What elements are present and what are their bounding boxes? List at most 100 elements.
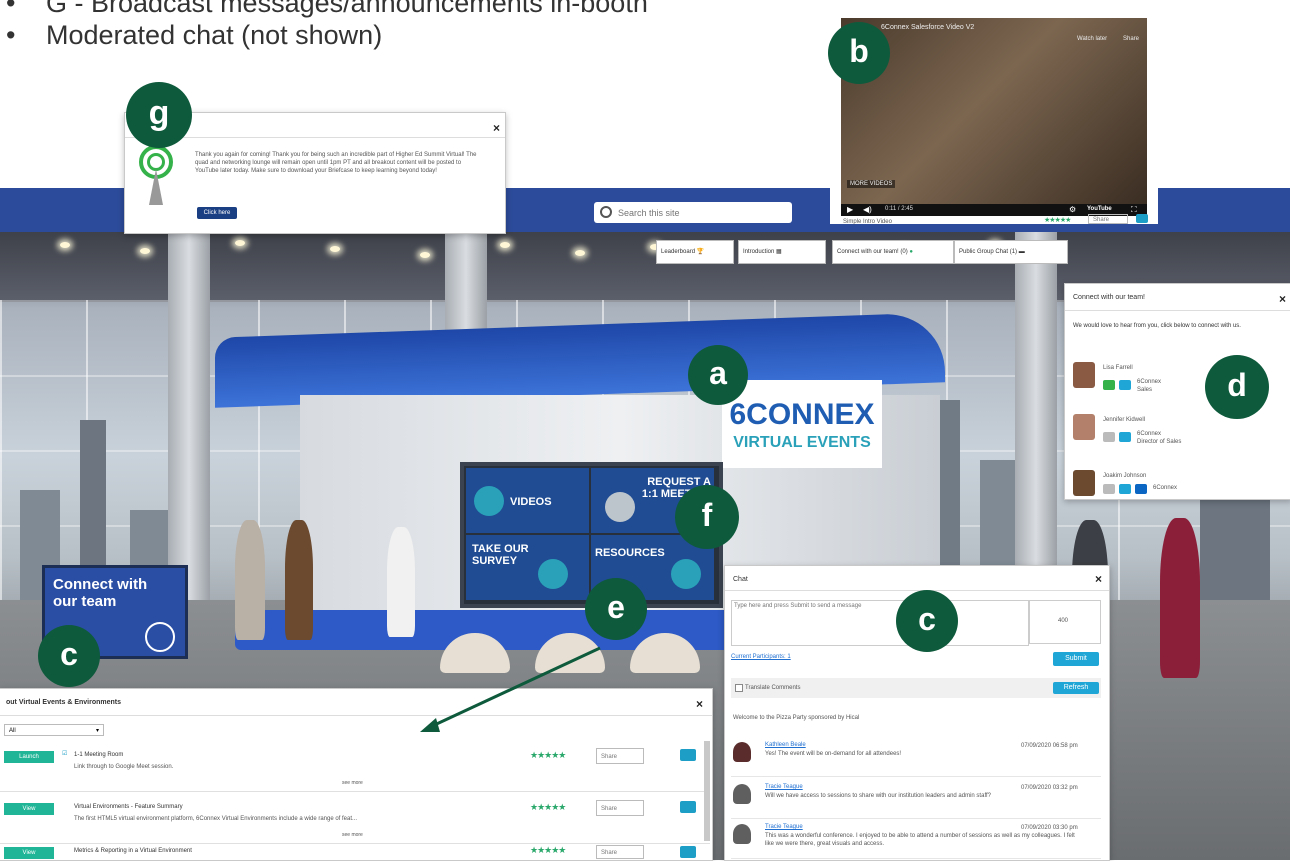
user-icon [733,824,751,844]
team-member: Joakim Johnson 6Connex [1073,470,1263,510]
introduction-button[interactable]: Introduction ▦ [738,240,826,264]
scrollbar[interactable] [704,741,710,841]
search-input[interactable] [616,205,788,221]
translate-checkbox[interactable] [735,684,743,692]
message-time: 07/09/2020 03:32 pm [1021,785,1078,791]
briefcase-icon[interactable] [1136,214,1148,223]
member-role: Director of Sales [1137,439,1182,445]
email-icon[interactable] [1119,432,1131,442]
chat-icon[interactable] [1103,484,1115,494]
trophy-icon: 🏆 [696,249,705,255]
video-share-dropdown[interactable]: Share [1088,214,1128,224]
launch-button[interactable]: Launch [4,751,54,763]
message-time: 07/09/2020 03:30 pm [1021,825,1078,831]
more-videos-label[interactable]: MORE VIDEOS [847,180,896,188]
lightbulb-icon [671,559,701,589]
bullet-text: Moderated chat (not shown) [46,20,383,50]
attendee-figure [235,520,265,640]
briefcase-icon[interactable] [680,801,696,813]
chat-toolbar: Translate Comments Refresh [731,678,1101,698]
member-company: 6Connex [1137,431,1162,437]
logo-sub: VIRTUAL EVENTS [733,434,871,451]
message-author[interactable]: Kathleen Beale [765,742,806,748]
callout-badge-b: b [828,22,890,84]
chat-title: Chat [733,576,748,583]
rating-stars[interactable]: ★★★★★ [530,750,566,761]
translate-label: Translate Comments [745,685,801,691]
chat-icon[interactable] [1103,380,1115,390]
video-share-label[interactable]: Share [1123,36,1139,42]
group-chat-button[interactable]: Public Group Chat (1) ▬ [954,240,1068,264]
callout-badge-c: c [896,590,958,652]
chat-icon[interactable] [1103,432,1115,442]
briefcase-icon[interactable] [680,749,696,761]
char-counter: 400 [1058,618,1069,624]
chat-message: Tracie Teague 07/09/2020 03:32 pm Will w… [731,778,1101,819]
filter-select[interactable]: All ▾ [4,724,104,736]
chat-input[interactable] [731,600,1029,646]
gear-icon[interactable]: ⚙ [1069,205,1076,214]
close-icon[interactable]: × [493,121,500,135]
callout-badge-c: c [38,625,100,687]
share-dropdown[interactable]: Share [596,800,644,816]
search-icon [600,206,612,218]
video-time: 0:11 / 2:45 [885,206,913,212]
play-icon [474,486,504,516]
message-author[interactable]: Tracie Teague [765,824,803,830]
linkedin-icon[interactable] [1135,484,1147,494]
chat-icon: ▬ [1018,249,1025,255]
callout-badge-e: e [585,578,647,640]
resource-title[interactable]: 1-1 Meeting Room [74,751,123,759]
briefcase-icon[interactable] [680,846,696,858]
participants-link[interactable]: Current Participants: 1 [731,654,791,660]
attendee-figure [1160,518,1200,678]
member-name: Lisa Farrell [1103,365,1133,371]
booth-logo-panel[interactable]: 6CONNEX VIRTUAL EVENTS [722,380,882,468]
share-dropdown[interactable]: Share [596,748,644,764]
see-more-link[interactable]: see more [342,831,363,839]
member-name: Jennifer Kidwell [1103,417,1146,423]
resource-title[interactable]: Virtual Environments - Feature Summary [74,803,183,811]
person-icon: ● [909,249,913,255]
view-button[interactable]: View [4,847,54,859]
clipboard-icon [538,559,568,589]
see-more-link[interactable]: see more [342,779,363,787]
rating-stars[interactable]: ★★★★★ [530,802,566,813]
email-icon[interactable] [1119,380,1131,390]
video-rating[interactable]: ★★★★★ [1044,216,1071,224]
resource-desc: Link through to Google Meet session. [74,764,174,770]
logo-main: 6CONNEX [729,398,875,431]
chevron-down-icon: ▾ [95,728,99,734]
member-company: 6Connex [1153,485,1178,491]
resource-row: View Virtual Environments - Feature Summ… [0,793,710,844]
close-icon[interactable]: × [1095,572,1102,586]
announcement-button[interactable]: Click here [197,207,237,219]
close-icon[interactable]: × [696,697,703,711]
volume-icon[interactable]: ◀) [863,205,872,214]
refresh-button[interactable]: Refresh [1053,682,1099,694]
message-text: Yes! The event will be on-demand for all… [765,751,902,757]
close-icon[interactable]: × [1279,292,1286,306]
callout-badge-a: a [688,345,748,405]
announcement-text: Thank you again for coming! Thank you fo… [195,152,477,174]
tile-take-survey[interactable]: TAKE OUR SURVEY [466,535,589,600]
resource-title[interactable]: Metrics & Reporting in a Virtual Environ… [74,847,192,855]
leaderboard-button[interactable]: Leaderboard 🏆 [656,240,734,264]
search-box[interactable] [594,202,792,223]
connect-team-button[interactable]: Connect with our team! (0) ● [832,240,954,264]
avatar [733,742,751,762]
email-icon[interactable] [1119,484,1131,494]
user-icon [733,784,751,804]
tile-videos[interactable]: VIDEOS [466,468,589,533]
calendar-icon: ▦ [776,249,782,255]
submit-button[interactable]: Submit [1053,652,1099,666]
member-role: Sales [1137,387,1153,393]
callout-arrow [420,646,601,732]
watch-later-label[interactable]: Watch later [1077,36,1107,42]
message-author[interactable]: Tracie Teague [765,784,803,790]
view-button[interactable]: View [4,803,54,815]
rating-stars[interactable]: ★★★★★ [530,845,566,856]
resource-desc: The first HTML5 virtual environment plat… [74,816,358,822]
play-icon[interactable]: ▶ [847,205,853,214]
share-dropdown[interactable]: Share [596,845,644,859]
